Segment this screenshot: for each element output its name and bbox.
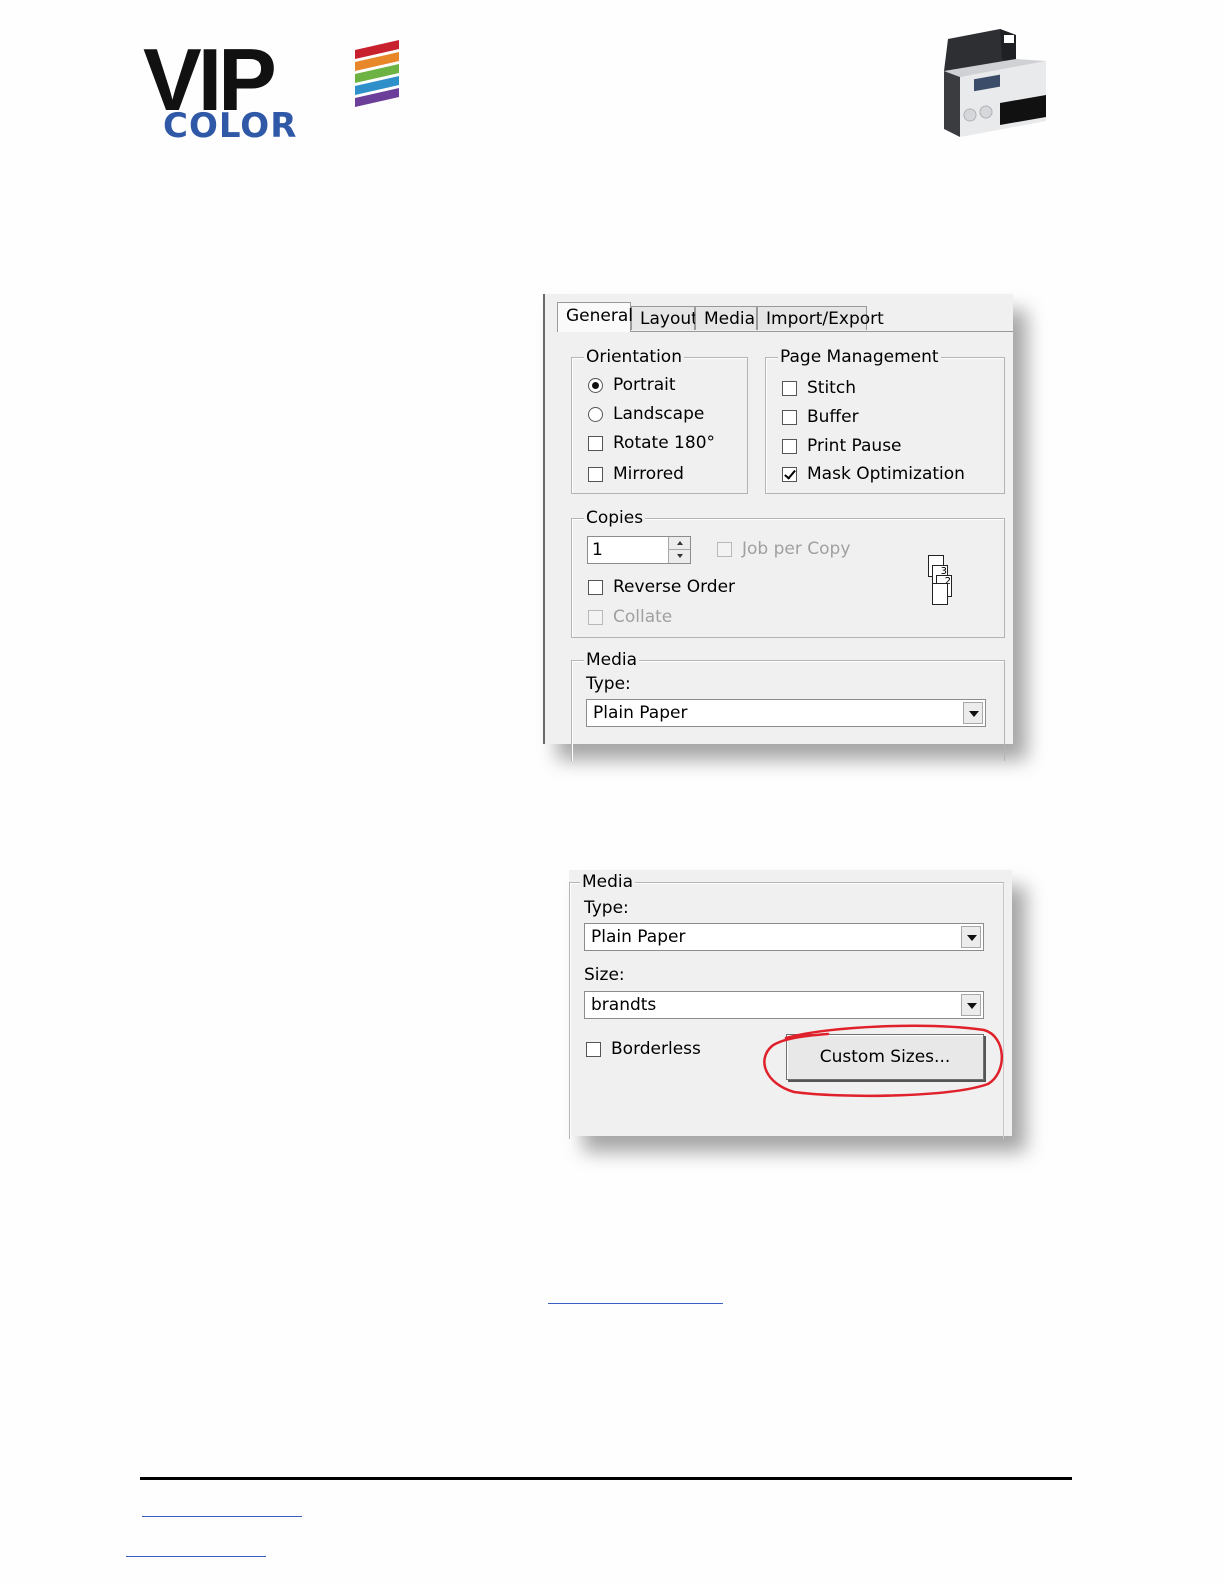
reverse-order-option[interactable]: Reverse Order (588, 575, 735, 599)
mirrored-label: Mirrored (613, 464, 684, 484)
stitch-label: Stitch (807, 378, 856, 398)
print-pause-option[interactable]: Print Pause (782, 434, 902, 458)
highlight-circle (763, 1024, 1003, 1098)
chevron-down-icon[interactable] (963, 702, 983, 724)
tab-general[interactable]: General (557, 302, 633, 332)
media-detail-title: Media (580, 871, 636, 893)
media-size-value: brandts (591, 995, 657, 1015)
footer-rule (140, 1477, 1072, 1480)
printer-photo (944, 29, 1046, 137)
collate-checkbox[interactable] (588, 609, 603, 625)
copies-title: Copies (584, 507, 646, 529)
reverse-order-checkbox[interactable] (588, 579, 603, 595)
copies-increment-icon[interactable] (668, 537, 690, 550)
collate-option[interactable]: Collate (588, 605, 672, 629)
tab-media[interactable]: Media (695, 306, 757, 330)
landscape-option[interactable]: Landscape (588, 402, 704, 426)
orientation-group: Orientation Portrait Landscape Rotate 18… (571, 346, 748, 494)
tab-layout[interactable]: Layout (631, 306, 698, 330)
landscape-label: Landscape (613, 404, 705, 424)
print-pause-label: Print Pause (807, 436, 902, 456)
collate-label: Collate (613, 607, 673, 627)
media-type-select[interactable]: Plain Paper (586, 699, 986, 727)
portrait-label: Portrait (613, 375, 676, 395)
mask-optimization-label: Mask Optimization (807, 464, 965, 484)
media-detail-type-label: Type: (584, 898, 629, 918)
media-type-value: Plain Paper (593, 703, 688, 723)
stitch-checkbox[interactable] (782, 380, 797, 396)
media-detail-type-value: Plain Paper (591, 927, 686, 947)
job-per-copy-checkbox[interactable] (717, 541, 732, 557)
footer-link-underline[interactable] (142, 1516, 302, 1517)
rotate-label: Rotate 180° (613, 433, 716, 453)
borderless-option[interactable]: Borderless (586, 1037, 701, 1061)
tab-import-export[interactable]: Import/Export (757, 306, 884, 330)
printer-settings-dialog: General Layout Media Import/Export Orien… (543, 294, 1013, 761)
media-size-select[interactable]: brandts (584, 991, 984, 1019)
rotate-option[interactable]: Rotate 180° (588, 431, 715, 455)
copies-spinner[interactable]: 1 (587, 536, 691, 564)
chevron-down-icon[interactable] (961, 926, 981, 948)
stitch-option[interactable]: Stitch (782, 376, 856, 400)
portrait-option[interactable]: Portrait (588, 373, 676, 397)
buffer-label: Buffer (807, 407, 859, 427)
portrait-radio[interactable] (588, 377, 603, 393)
dialog-left-border (543, 294, 545, 744)
reverse-order-label: Reverse Order (613, 577, 736, 597)
media-detail-type-select[interactable]: Plain Paper (584, 923, 984, 951)
link-underline[interactable] (548, 1303, 723, 1304)
mask-optimization-option[interactable]: Mask Optimization (782, 462, 965, 486)
borderless-checkbox[interactable] (586, 1041, 601, 1057)
footer-link-underline-2[interactable] (126, 1556, 266, 1557)
media-title: Media (584, 649, 640, 671)
copies-decrement-icon[interactable] (668, 550, 690, 563)
job-per-copy-label: Job per Copy (742, 539, 851, 559)
logo-stripes (355, 40, 399, 107)
landscape-radio[interactable] (588, 406, 603, 422)
buffer-option[interactable]: Buffer (782, 405, 859, 429)
mirrored-option[interactable]: Mirrored (588, 462, 684, 486)
media-group: Media Type: Plain Paper (571, 649, 1005, 761)
mirrored-checkbox[interactable] (588, 466, 603, 482)
rotate-checkbox[interactable] (588, 435, 603, 451)
media-type-label: Type: (586, 674, 631, 694)
page-management-title: Page Management (778, 346, 941, 368)
logo-text-color: COLOR (163, 106, 298, 146)
page-management-group: Page Management Stitch Buffer Print Paus… (765, 346, 1005, 494)
buffer-checkbox[interactable] (782, 409, 797, 425)
copies-group: Copies 1 Job per Copy Reverse Order Coll… (571, 507, 1005, 638)
chevron-down-icon[interactable] (961, 994, 981, 1016)
borderless-label: Borderless (611, 1039, 701, 1059)
job-per-copy-option[interactable]: Job per Copy (717, 537, 850, 561)
mask-optimization-checkbox[interactable] (782, 466, 797, 482)
collate-pages-icon: 3 2 (928, 555, 954, 605)
orientation-title: Orientation (584, 346, 684, 368)
vip-color-logo: VIP COLOR (143, 36, 399, 146)
copies-value: 1 (592, 540, 603, 560)
print-pause-checkbox[interactable] (782, 438, 797, 454)
media-size-label: Size: (584, 965, 625, 985)
